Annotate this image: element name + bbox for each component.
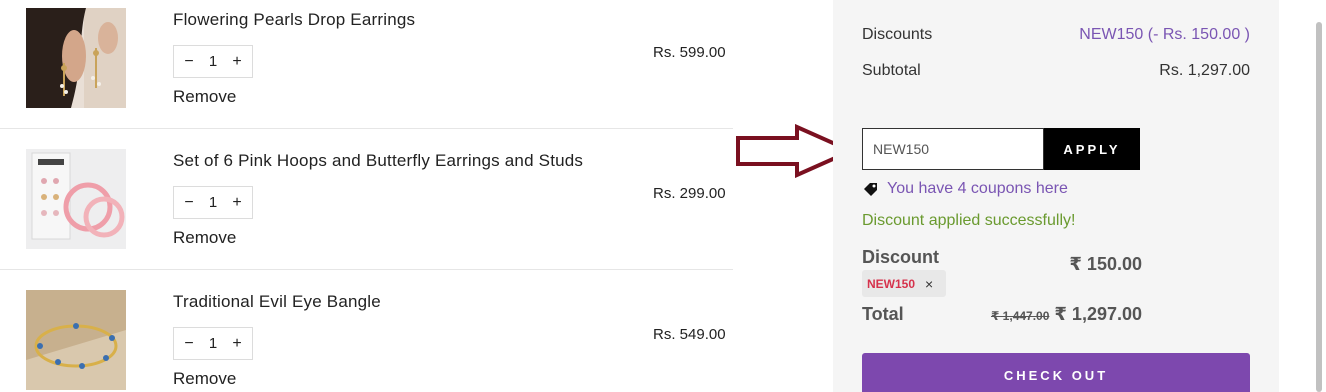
coupons-link-text[interactable]: You have 4 coupons here xyxy=(887,180,1068,198)
quantity-value[interactable]: 1 xyxy=(209,53,217,70)
cart-item: Flowering Pearls Drop Earrings − 1 + Rem… xyxy=(0,0,733,129)
quantity-stepper: − 1 + xyxy=(173,186,253,219)
total-final-price: ₹ 1,297.00 xyxy=(1054,304,1142,324)
increment-button[interactable]: + xyxy=(230,335,244,353)
quantity-value[interactable]: 1 xyxy=(209,194,217,211)
earrings-model-photo[interactable] xyxy=(26,8,126,108)
decrement-button[interactable]: − xyxy=(182,53,196,71)
item-price: Rs. 549.00 xyxy=(653,326,726,343)
increment-button[interactable]: + xyxy=(230,194,244,212)
quantity-stepper: − 1 + xyxy=(173,327,253,360)
applied-coupon-chip: NEW150 × xyxy=(862,270,946,297)
discounts-value: NEW150 (- Rs. 150.00 ) xyxy=(1079,26,1250,43)
coupon-input[interactable] xyxy=(862,128,1044,170)
item-price: Rs. 299.00 xyxy=(653,185,726,202)
quantity-value[interactable]: 1 xyxy=(209,335,217,352)
applied-coupon-code: NEW150 xyxy=(867,276,916,291)
remove-link[interactable]: Remove xyxy=(173,369,236,389)
quantity-stepper: − 1 + xyxy=(173,45,253,78)
apply-button[interactable]: APPLY xyxy=(1044,128,1140,170)
remove-link[interactable]: Remove xyxy=(173,87,236,107)
increment-button[interactable]: + xyxy=(230,53,244,71)
item-name[interactable]: Flowering Pearls Drop Earrings xyxy=(173,10,415,30)
total-values: ₹ 1,447.00 ₹ 1,297.00 xyxy=(991,304,1142,325)
success-message: Discount applied successfully! xyxy=(862,212,1076,229)
discount-label: Discount xyxy=(862,247,940,267)
coupons-link[interactable]: You have 4 coupons here xyxy=(862,180,1068,198)
decrement-button[interactable]: − xyxy=(182,335,196,353)
checkout-button[interactable]: CHECK OUT xyxy=(862,353,1250,392)
scrollbar[interactable] xyxy=(1316,22,1322,392)
discounts-label: Discounts xyxy=(862,26,933,43)
cart-item: Set of 6 Pink Hoops and Butterfly Earrin… xyxy=(0,129,733,270)
item-price: Rs. 599.00 xyxy=(653,44,726,61)
coupon-form: APPLY xyxy=(862,128,1140,170)
price-tag-icon xyxy=(864,183,877,196)
cart-item-list: Flowering Pearls Drop Earrings − 1 + Rem… xyxy=(0,0,733,392)
total-label: Total xyxy=(862,304,904,324)
total-original-price: ₹ 1,447.00 xyxy=(991,309,1050,323)
decrement-button[interactable]: − xyxy=(182,194,196,212)
subtotal-label: Subtotal xyxy=(862,62,921,79)
subtotal-value: Rs. 1,297.00 xyxy=(1159,62,1250,79)
evil-eye-bangle-photo[interactable] xyxy=(26,290,126,390)
order-summary-panel: Discounts NEW150 (- Rs. 150.00 ) Subtota… xyxy=(833,0,1279,392)
remove-link[interactable]: Remove xyxy=(173,228,236,248)
item-name[interactable]: Set of 6 Pink Hoops and Butterfly Earrin… xyxy=(173,151,583,171)
cart-item: Traditional Evil Eye Bangle − 1 + Remove… xyxy=(0,270,733,392)
discount-amount: ₹ 150.00 xyxy=(1069,254,1142,274)
item-name[interactable]: Traditional Evil Eye Bangle xyxy=(173,292,381,312)
subtotal-row: Subtotal Rs. 1,297.00 xyxy=(862,62,1250,80)
close-icon[interactable]: × xyxy=(925,276,933,292)
discounts-row: Discounts NEW150 (- Rs. 150.00 ) xyxy=(862,26,1250,44)
pink-hoops-set-photo[interactable] xyxy=(26,149,126,249)
